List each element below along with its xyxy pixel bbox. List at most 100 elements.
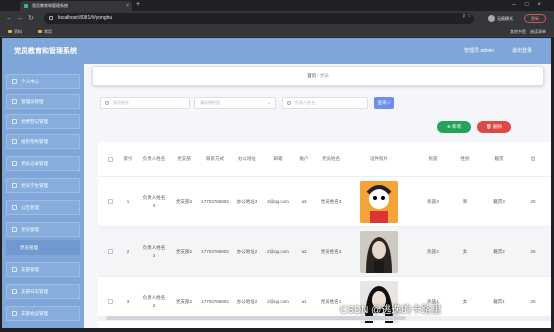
sidebar-item-branch-log[interactable]: 支部日志管理	[6, 284, 80, 299]
logout-link[interactable]: 退出登录	[512, 47, 532, 54]
search-icon	[105, 101, 109, 105]
main-content: 首页 / 党员 党员姓名 请选择性别 ⌄ 负责人姓名 查询 ⌕ ⊕ 新增 🗑 删除…	[84, 64, 551, 328]
sidebar-item-label: 党员管理	[21, 227, 39, 232]
vue-favicon-icon	[24, 4, 28, 8]
gender-select[interactable]: 请选择性别 ⌄	[194, 97, 276, 109]
member-name-search-input[interactable]: 党员姓名	[100, 97, 190, 109]
profile-button[interactable]: 无痕模式	[488, 14, 522, 23]
sidebar-item-label: 公告管理	[21, 205, 39, 210]
cell-gender: 男	[462, 199, 468, 204]
cell-nation: 民族2	[427, 249, 439, 254]
select-all-checkbox[interactable]	[108, 157, 113, 162]
browser-tab-strip: 党员教育和管理系统 × + –□×	[0, 0, 554, 11]
bookmarks-right[interactable]: 其他书签 阅读清单	[510, 27, 546, 37]
placeholder: 负责人姓名	[295, 100, 315, 105]
cell-office: 办公地址2	[236, 249, 258, 254]
sidebar-item-profile[interactable]: 个人中心	[6, 74, 80, 89]
id-photo-image	[360, 181, 398, 223]
leader-name-search-input[interactable]: 负责人姓名	[282, 97, 368, 109]
column-header[interactable]: 党支部	[170, 142, 198, 176]
url-input[interactable]: localhost:8081/#/yonghu	[44, 13, 474, 24]
placeholder: 党员姓名	[113, 100, 129, 105]
column-header[interactable]: 邮箱	[264, 142, 292, 176]
trash-icon: 🗑	[486, 124, 492, 129]
cell-member: 党员姓名2	[320, 249, 342, 254]
bookmark-folder[interactable]: 资料	[8, 27, 22, 37]
update-button[interactable]: 更新	[524, 14, 546, 23]
other-bookmarks[interactable]: 其他书签	[510, 29, 526, 34]
search-button[interactable]: 查询 ⌕	[374, 97, 394, 109]
top-header: 党员教育和管理系统 管理员 admin 退出登录	[2, 38, 551, 64]
cell-extra: 20	[530, 249, 536, 254]
delete-label: 删除	[492, 124, 502, 129]
key-star-icons[interactable]: ⚷ ☆	[462, 13, 472, 19]
add-button[interactable]: ⊕ 新增	[437, 121, 471, 133]
bookmarks-bar: 资料 常用 其他书签 阅读清单	[0, 27, 554, 37]
menu-icon	[12, 139, 17, 144]
column-header[interactable]: 证件照片	[354, 142, 404, 176]
table-row[interactable]: 1 负责人姓名3 党支部3 17703786903 办公地址3 3@qq.com…	[98, 176, 551, 226]
sidebar-item-students[interactable]: 党员学生管理	[6, 178, 80, 193]
breadcrumb-current: 党员	[319, 73, 329, 78]
sidebar-item-label: 管理员管理	[21, 99, 44, 104]
cell-branch: 党支部3	[175, 199, 192, 204]
sidebar-item-records[interactable]: 党员记录管理	[6, 156, 80, 171]
row-checkbox[interactable]	[108, 299, 113, 304]
cell-origin: 籍贯3	[493, 199, 505, 204]
column-header[interactable]: 民族	[416, 142, 450, 176]
avatar-icon	[488, 15, 495, 23]
browser-tab[interactable]: 党员教育和管理系统 ×	[20, 1, 132, 11]
scrollbar-thumb[interactable]	[106, 316, 406, 320]
close-tab-icon[interactable]: ×	[126, 1, 129, 11]
sidebar-item-label: 组织架构管理	[21, 139, 48, 144]
column-header[interactable]: 性别	[450, 142, 480, 176]
column-header[interactable]: 索引	[118, 142, 138, 176]
cell-index: 1	[126, 199, 130, 204]
cell-leader: 负责人姓名3	[142, 195, 166, 208]
column-header[interactable]: 负责人姓名	[142, 142, 166, 176]
window-controls[interactable]: –□×	[513, 0, 550, 10]
table-row[interactable]: 2 负责人姓名2 党支部2 17703786902 办公地址2 2@qq.com…	[98, 226, 551, 276]
cell-account: a2	[301, 249, 307, 254]
placeholder: 请选择性别	[200, 100, 220, 105]
sidebar-item-organization[interactable]: 组织架构管理	[6, 134, 80, 149]
column-header[interactable]: 联系方式	[200, 142, 230, 176]
bookmark-folder[interactable]: 常用	[38, 27, 52, 37]
breadcrumb-separator: /	[317, 73, 319, 78]
members-table: 索引 负责人姓名 党支部 联系方式 办公地址 邮箱 账户 党员姓名 证件照片 民…	[98, 142, 551, 328]
reload-icon[interactable]: ↻	[28, 14, 34, 24]
cell-email: 3@qq.com	[267, 199, 289, 204]
info-icon	[49, 16, 53, 20]
sidebar-item-label: 党费登记管理	[21, 119, 48, 124]
back-icon[interactable]: ←	[6, 14, 13, 24]
column-header[interactable]: 账户	[294, 142, 314, 176]
sidebar-item-admins[interactable]: 管理员管理	[6, 94, 80, 109]
column-header[interactable]: 办公地址	[232, 142, 262, 176]
menu-icon	[12, 119, 17, 124]
cell-nation: 民族3	[427, 199, 439, 204]
column-header[interactable]: 籍贯	[484, 142, 514, 176]
menu-icon	[12, 99, 17, 104]
sidebar-item-dues[interactable]: 党费登记管理	[6, 114, 80, 129]
cell-account: a3	[301, 199, 307, 204]
sidebar-item-notices[interactable]: 公告管理	[6, 200, 80, 215]
new-tab-icon[interactable]: +	[136, 0, 140, 10]
column-header[interactable]: 党员姓名	[316, 142, 346, 176]
row-checkbox[interactable]	[108, 249, 113, 254]
menu-icon	[12, 183, 17, 188]
breadcrumb-home[interactable]: 首页	[307, 73, 316, 78]
delete-button[interactable]: 🗑 删除	[477, 121, 511, 133]
column-header[interactable]: 出	[518, 142, 548, 176]
csdn-watermark: CSDN @逃逸的卡路里	[340, 305, 442, 316]
reading-list[interactable]: 阅读清单	[530, 29, 546, 34]
menu-icon	[12, 205, 17, 210]
menu-icon	[12, 227, 17, 232]
sidebar-item-branch-meeting[interactable]: 支部会议管理	[6, 306, 80, 321]
menu-icon	[12, 267, 17, 272]
forward-icon[interactable]: →	[16, 14, 23, 24]
sidebar-item-branches[interactable]: 支部管理	[6, 262, 80, 277]
sidebar-item-members[interactable]: 党员管理	[6, 222, 80, 237]
cell-index: 2	[126, 249, 130, 254]
sidebar-subitem-members[interactable]: 党员管理	[6, 240, 80, 255]
row-checkbox[interactable]	[108, 199, 113, 204]
